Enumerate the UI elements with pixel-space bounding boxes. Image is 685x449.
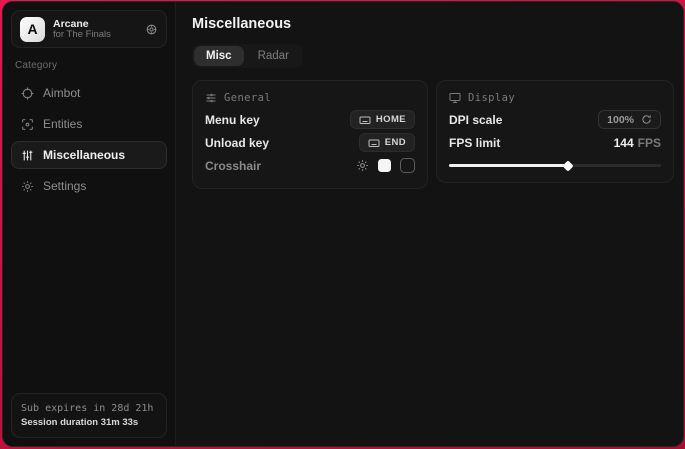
dpi-scale-label: DPI scale: [449, 113, 502, 127]
display-card-title: Display: [468, 92, 515, 104]
menu-key-label: Menu key: [205, 113, 260, 127]
dpi-scale-value: 100%: [607, 114, 634, 126]
fps-limit-value-wrap: 144 FPS: [614, 136, 661, 150]
crosshair-color-swatch[interactable]: [378, 159, 391, 172]
general-card-header: General: [205, 92, 415, 104]
menu-key-value: HOME: [376, 114, 406, 125]
menu-key-row: Menu key HOME: [205, 108, 415, 131]
slider-fill: [449, 164, 568, 167]
sliders-icon: [21, 149, 34, 162]
tab-misc[interactable]: Misc: [194, 46, 244, 66]
app-header-card: A Arcane for The Finals: [11, 10, 167, 48]
dpi-scale-row: DPI scale 100%: [449, 108, 661, 131]
page-title: Miscellaneous: [192, 16, 674, 32]
scan-eye-icon: [21, 118, 34, 131]
tab-bar: Misc Radar: [192, 44, 303, 68]
sidebar-nav: Aimbot Entities Miscella: [11, 79, 167, 200]
cards-row: General Menu key HOME: [192, 80, 674, 189]
keyboard-icon: [368, 137, 380, 149]
subscription-info-card: Sub expires in 28d 21h Session duration …: [11, 393, 167, 438]
crosshair-label: Crosshair: [205, 159, 261, 173]
dpi-scale-select[interactable]: 100%: [598, 110, 661, 129]
crosshair-checkbox[interactable]: [400, 158, 415, 173]
tab-radar[interactable]: Radar: [246, 46, 301, 66]
category-label: Category: [15, 60, 163, 71]
sidebar-item-entities[interactable]: Entities: [11, 110, 167, 138]
unload-key-value: END: [385, 137, 406, 148]
session-duration-text: Session duration 31m 33s: [21, 416, 157, 430]
sub-expires-text: Sub expires in 28d 21h: [21, 401, 157, 416]
sidebar-item-miscellaneous[interactable]: Miscellaneous: [11, 141, 167, 169]
cycle-refresh-icon: [641, 114, 652, 125]
fps-limit-slider[interactable]: [449, 159, 661, 171]
unload-key-row: Unload key END: [205, 131, 415, 154]
sidebar-item-label: Settings: [43, 179, 86, 193]
sidebar-item-settings[interactable]: Settings: [11, 172, 167, 200]
app-logo: A: [20, 17, 45, 42]
crosshair-settings-gear-icon[interactable]: [356, 159, 369, 172]
display-card: Display DPI scale 100%: [436, 80, 674, 183]
fps-limit-unit: FPS: [638, 136, 661, 150]
sidebar-item-label: Miscellaneous: [43, 148, 125, 162]
monitor-icon: [449, 92, 461, 104]
general-card-title: General: [224, 92, 271, 104]
app-meta: Arcane for The Finals: [53, 18, 137, 41]
sidebar: A Arcane for The Finals Category: [3, 2, 176, 446]
app-name: Arcane: [53, 18, 137, 30]
keyboard-icon: [359, 114, 371, 126]
sidebar-item-aimbot[interactable]: Aimbot: [11, 79, 167, 107]
slider-thumb[interactable]: [562, 160, 573, 171]
fps-limit-row: FPS limit 144 FPS: [449, 131, 661, 154]
unload-key-button[interactable]: END: [359, 133, 415, 152]
app-window: A Arcane for The Finals Category: [2, 1, 684, 447]
settings-gear-icon[interactable]: [145, 23, 158, 36]
unload-key-label: Unload key: [205, 136, 269, 150]
main-content: Miscellaneous Misc Radar General: [176, 2, 684, 446]
crosshair-controls: [356, 158, 415, 173]
menu-key-button[interactable]: HOME: [350, 110, 415, 129]
sidebar-item-label: Entities: [43, 117, 82, 131]
gear-icon: [21, 180, 34, 193]
crosshair-icon: [21, 87, 34, 100]
fps-limit-label: FPS limit: [449, 136, 500, 150]
general-card: General Menu key HOME: [192, 80, 428, 189]
sliders-horizontal-icon: [205, 92, 217, 104]
crosshair-row: Crosshair: [205, 154, 415, 177]
sidebar-item-label: Aimbot: [43, 86, 80, 100]
app-subtitle: for The Finals: [53, 30, 137, 41]
display-card-header: Display: [449, 92, 661, 104]
fps-limit-value: 144: [614, 136, 634, 150]
